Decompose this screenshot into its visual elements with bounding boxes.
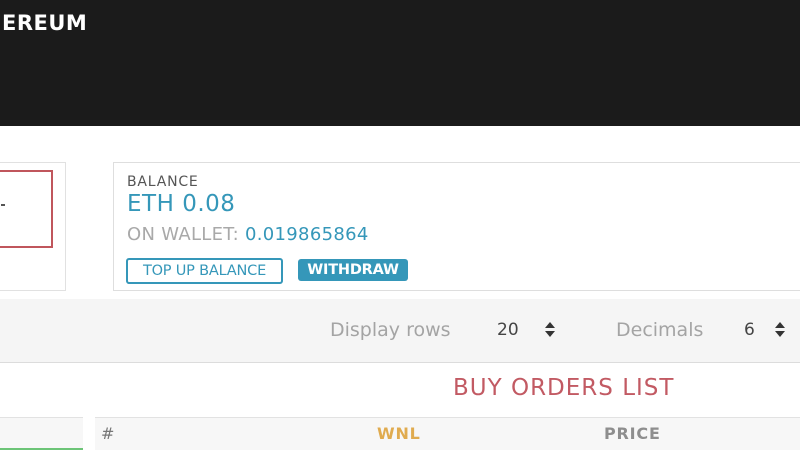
- balance-value: ETH 0.08: [127, 191, 236, 217]
- up-down-arrows-icon[interactable]: [775, 322, 785, 338]
- wallet-label: ON WALLET:: [127, 224, 239, 245]
- column-header-wnl[interactable]: WNL: [377, 424, 421, 443]
- up-down-arrows-icon[interactable]: [545, 322, 555, 338]
- display-rows-value[interactable]: 20: [497, 320, 519, 340]
- top-up-balance-button[interactable]: TOP UP BALANCE: [126, 258, 283, 284]
- balance-card: BALANCE ETH 0.08 ON WALLET: 0.019865864 …: [113, 162, 800, 291]
- column-header-price[interactable]: PRICE: [604, 424, 661, 443]
- balance-label: BALANCE: [127, 174, 199, 190]
- dash-mark: [1, 204, 5, 206]
- withdraw-button[interactable]: WITHDRAW: [298, 259, 408, 281]
- buy-orders-title: BUY ORDERS LIST: [453, 375, 675, 401]
- brand-title: EREUM: [2, 11, 88, 35]
- display-rows-label: Display rows: [330, 319, 451, 341]
- highlight-box[interactable]: [0, 170, 53, 248]
- orders-table-header: # WNL PRICE: [95, 417, 800, 450]
- wallet-value: 0.019865864: [245, 224, 369, 245]
- column-header-index[interactable]: #: [101, 424, 115, 443]
- table-controls-bar: Display rows 20 Decimals 6: [0, 299, 800, 363]
- decimals-label: Decimals: [616, 319, 704, 341]
- top-header: EREUM: [0, 0, 800, 126]
- left-card: [0, 162, 66, 291]
- wallet-line: ON WALLET: 0.019865864: [127, 224, 369, 245]
- main-content: BALANCE ETH 0.08 ON WALLET: 0.019865864 …: [0, 126, 800, 450]
- decimals-value[interactable]: 6: [744, 320, 755, 340]
- left-table-stub: [0, 417, 83, 450]
